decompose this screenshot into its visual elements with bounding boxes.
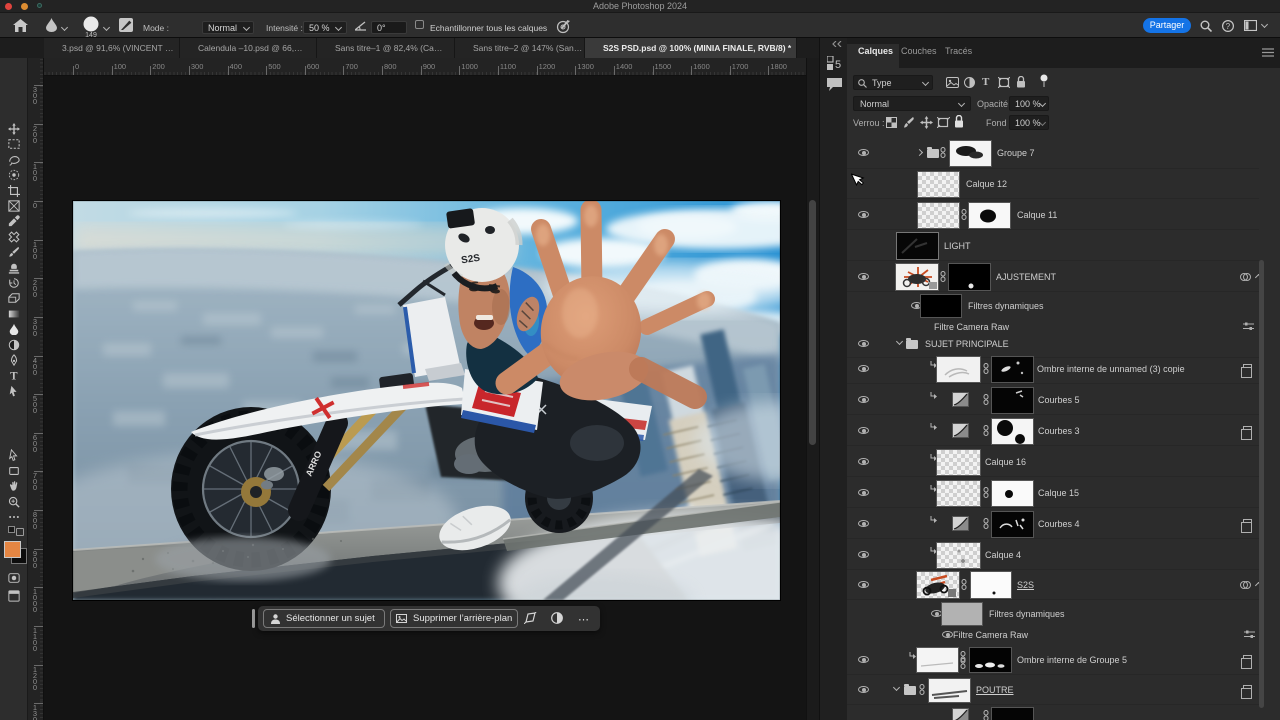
svg-text:?: ? [1226,22,1231,31]
svg-text:5: 5 [835,59,841,71]
svg-text:T: T [10,371,18,382]
